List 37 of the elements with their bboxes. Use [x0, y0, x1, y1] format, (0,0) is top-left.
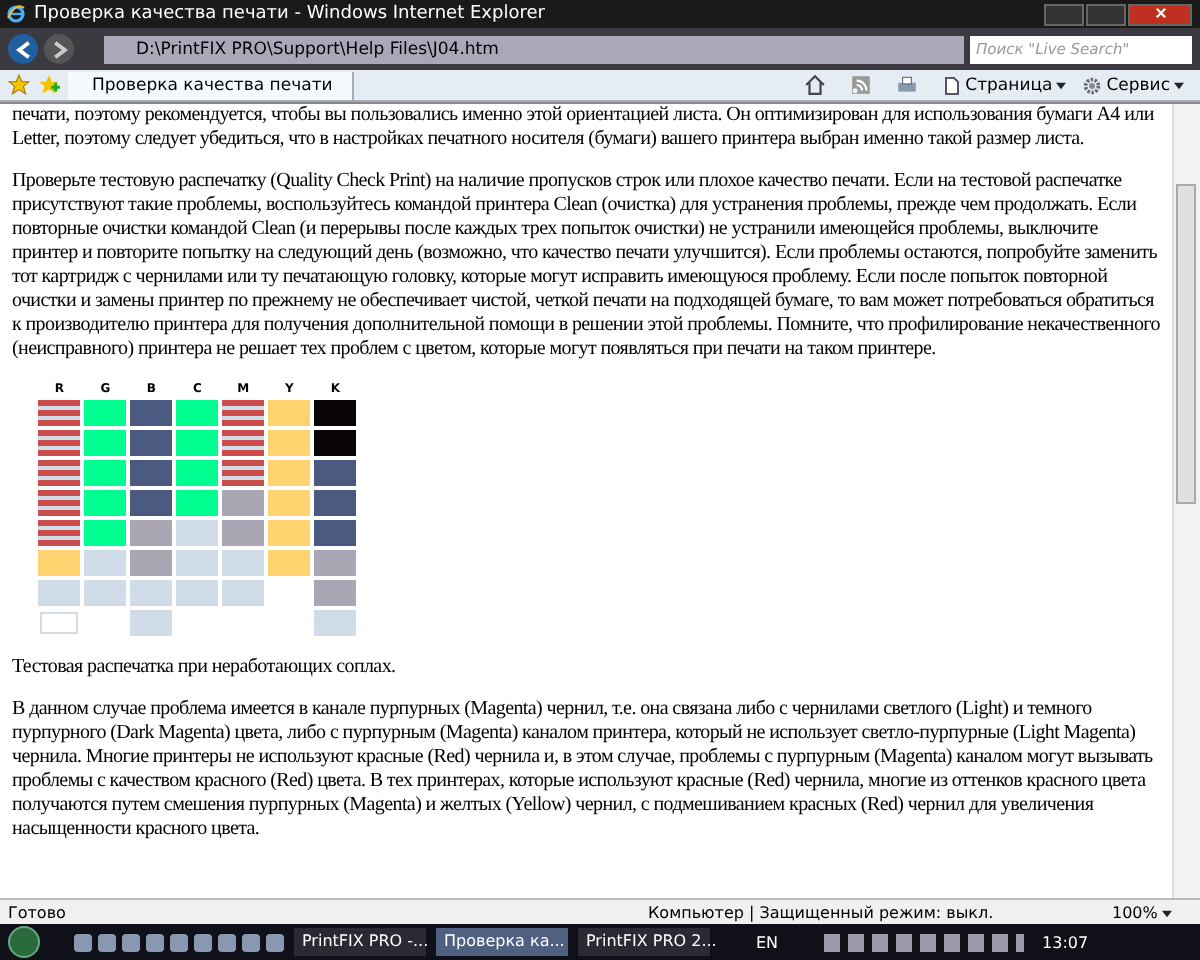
page-menu-button[interactable]: Страница	[941, 75, 1067, 95]
add-favorites-icon[interactable]	[38, 74, 60, 96]
feed-icon[interactable]	[849, 74, 872, 96]
favorites-star-icon[interactable]	[8, 74, 30, 96]
start-button[interactable]	[8, 926, 40, 958]
window-title: Проверка качества печати - Windows Internet Explorer	[34, 4, 547, 24]
tools-menu-button[interactable]: Сервис	[1082, 75, 1184, 95]
paragraph: печати, поэтому рекомендуется, чтобы вы пользовались именно этой ориентацией листа. Он оптимизирован для использования бумаги A4 или Letter, поэтому следует убедиться, что в настройках печатного носителя (бумаги) вашего принтера выбран именно такой размер листа.	[12, 104, 1156, 152]
zoom-button[interactable]: 100%	[1112, 903, 1192, 921]
caret-icon	[1056, 81, 1067, 89]
security-zone-text: Компьютер | Защищенный режим: выкл.	[648, 903, 996, 921]
paragraph: Проверьте тестовую распечатку (Quality Check Print) на наличие пропусков строк или плохое качество печати. Если на тестовой распечатке присутствуют такие проблемы, воспользуйтесь командой принтера Clean (очистка) для устранения проблемы, прежде чем продолжать. Если повторные очистки командой Clean (и перерывы после каждых трех попыток очистки) не устранили имеющейся проблемы, выключите принтер и повторите попытку на следующий день (возможно, что качество печати улучшится). Если проблемы остаются, попробуйте заменить тот картридж с чернилами или ту печатающую головку, которые могут исправить имеющуюся проблему. Если после попыток повторной очистки и замены принтер по прежнему не обеспечивает чистой, четкой печати на подходящей бумаге, то вам может потребоваться обратиться к производителю принтера для получения дополнительной помощи в решении этой проблемы. Помните, что профилирование некачественного (неисправного) принтера не решает тех проблем с цветом, которые могут появляться при печати на таком принтере.	[12, 170, 1162, 362]
system-tray-icons[interactable]	[824, 933, 1025, 951]
language-indicator[interactable]: EN	[756, 933, 779, 951]
taskbar-button[interactable]: Проверка ка...	[436, 928, 568, 956]
print-icon[interactable]	[895, 74, 918, 96]
status-text: Готово	[8, 903, 68, 921]
caret-icon	[1174, 81, 1184, 89]
close-icon	[1153, 5, 1167, 19]
caret-icon	[1162, 909, 1173, 917]
paragraph: В данном случае проблема имеется в канале пурпурных (Magenta) чернил, т.е. она связана либо с чернилами светлого (Light) и темного пурпурного (Dark Magenta) цвета, либо с пурпурным (Magenta) каналом принтера, который не использует светло-пурпурные (Light Magenta) чернила. Многие принтеры не используют красные (Red) чернила и, в этом случае, проблемы с пурпурным (Magenta) каналом могут вызывать проблемы с качеством красного (Red) цвета. В тех принтерах, которые используют красные (Red) чернила, многие из оттенков красного цвета получаются путем смешения пурпурных (Magenta) и желтых (Yellow) чернил, с подмешиванием красных (Red) чернил для увеличения насыщенности красного цвета.	[12, 698, 1155, 842]
maximize-button[interactable]	[1086, 3, 1126, 25]
minimize-button[interactable]	[1044, 3, 1084, 25]
home-icon[interactable]	[803, 74, 826, 96]
clock: 13:07	[1042, 933, 1089, 951]
close-button[interactable]	[1128, 3, 1192, 25]
browser-tab[interactable]: Проверка качества печати	[68, 71, 354, 99]
taskbar-button[interactable]: PrintFIX PRO 2...	[578, 928, 710, 956]
page-icon	[941, 75, 962, 95]
forward-button[interactable]	[44, 34, 74, 64]
figure-caption: Тестовая распечатка при неработающих соплах.	[12, 656, 398, 680]
browser-logo-icon	[6, 4, 26, 24]
back-button[interactable]	[8, 34, 38, 64]
address-field[interactable]: D:\PrintFIX PRO\Support\Help Files\J04.htm	[104, 35, 964, 63]
settings-icon	[1082, 75, 1103, 95]
vertical-scrollbar[interactable]	[1172, 104, 1200, 898]
taskbar-button[interactable]: PrintFIX PRO -...	[294, 928, 426, 956]
